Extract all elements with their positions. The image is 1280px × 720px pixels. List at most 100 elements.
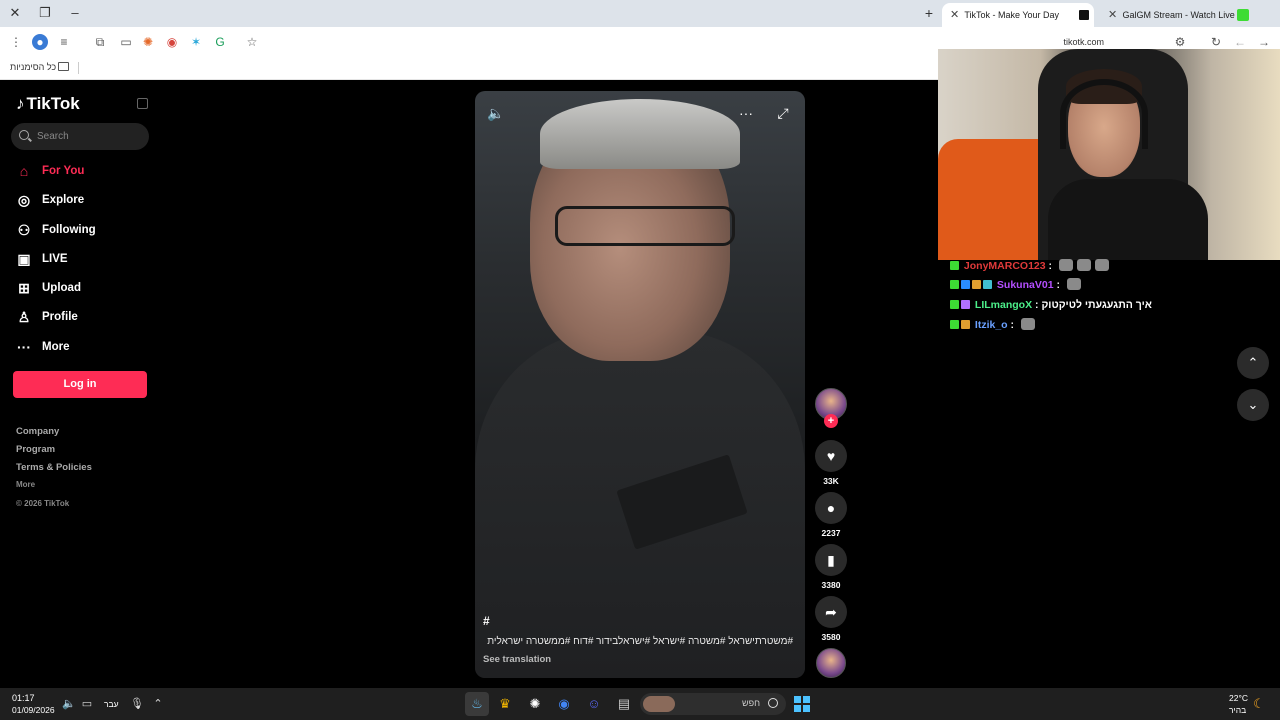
webcam-body <box>1048 179 1208 260</box>
search-box[interactable] <box>11 123 149 150</box>
see-translation-link[interactable]: See translation <box>483 654 551 665</box>
site-settings-icon[interactable]: ⚙ <box>1172 34 1188 50</box>
sword-badge-icon <box>961 300 970 309</box>
extension-blue-icon[interactable]: ✶ <box>188 34 204 50</box>
tiktok-favicon-icon <box>1078 9 1090 21</box>
extensions-icon[interactable]: ⧉ <box>92 34 108 50</box>
footer-company-link[interactable]: Company <box>16 426 59 437</box>
music-disc-avatar[interactable] <box>816 648 846 678</box>
taskbar-search[interactable]: חפש <box>640 693 786 715</box>
nav-profile[interactable]: ♙ Profile <box>16 306 146 328</box>
restore-window-icon[interactable]: ❐ <box>34 4 56 22</box>
emote-icon <box>1058 259 1073 271</box>
footer-program-link[interactable]: Program <box>16 444 55 455</box>
video-caption[interactable]: #משטרתישראל #משטרה #ישראל #ישראלבידור #ד… <box>487 636 793 647</box>
weather-temp[interactable]: 22°C <box>1229 693 1248 703</box>
bookmark-icon[interactable]: ▮ <box>815 544 847 576</box>
microphone-icon[interactable]: 🎙 <box>130 697 144 711</box>
discord-app-icon[interactable]: ☺ <box>582 692 606 716</box>
chrome-app-icon[interactable]: ◉ <box>552 692 576 716</box>
footer-more-link[interactable]: More <box>16 480 35 489</box>
show-hidden-icons[interactable]: ⌃ <box>151 697 165 711</box>
profile-avatar-icon[interactable]: ● <box>32 34 48 50</box>
chat-username: SukunaV01 <box>996 279 1054 291</box>
share-icon[interactable]: ➦ <box>815 596 847 628</box>
file-explorer-icon[interactable]: ▤ <box>612 692 636 716</box>
next-video-button[interactable]: ⌄ <box>1237 389 1269 421</box>
more-options-icon[interactable]: ··· <box>737 104 755 122</box>
tab-tiktok[interactable]: ✕ TikTok - Make Your Day <box>942 3 1094 27</box>
video-frame-hair <box>540 99 740 169</box>
save-count: 3380 <box>821 580 841 590</box>
follow-plus-icon[interactable]: + <box>824 414 838 428</box>
extension-orange-icon[interactable]: ✺ <box>140 34 156 50</box>
profile-icon: ♙ <box>17 309 31 325</box>
chatgpt-app-icon[interactable]: ✺ <box>523 692 547 716</box>
nav-following[interactable]: ⚇ Following <box>16 219 146 241</box>
kick-badge-icon <box>950 261 959 270</box>
nav-explore[interactable]: ◎ Explore <box>16 189 146 211</box>
network-icon[interactable]: ▭ <box>80 697 94 711</box>
tab-galgm-stream[interactable]: ✕ GalGM Stream - Watch Live on <box>1100 3 1252 27</box>
close-window-icon[interactable]: ✕ <box>4 4 26 22</box>
kick-favicon-icon <box>1237 9 1249 21</box>
more-icon: ··· <box>17 339 31 355</box>
tab-close-icon[interactable]: ✕ <box>950 3 962 27</box>
chat-text: איך התגעגעתי לטיקטוק <box>1041 299 1152 311</box>
bookmark-star-icon[interactable]: ☆ <box>244 34 260 50</box>
sub-badge-icon <box>961 280 970 289</box>
gift-badge-icon <box>983 280 992 289</box>
back-icon[interactable]: → <box>1256 34 1272 50</box>
weather-moon-icon[interactable]: ☾ <box>1252 697 1266 711</box>
menu-kebab-icon[interactable]: ⋮ <box>8 34 24 50</box>
app-icon-yellow[interactable]: ♛ <box>493 692 517 716</box>
home-icon: ⌂ <box>19 163 29 179</box>
steam-app-icon[interactable]: ♨ <box>465 692 489 716</box>
login-button[interactable]: Log in <box>13 371 147 398</box>
search-highlight-image <box>643 696 675 712</box>
folder-icon[interactable] <box>58 62 69 71</box>
chat-colon: : <box>1007 319 1015 331</box>
volume-icon[interactable]: 🔈 <box>487 104 505 122</box>
speaker-icon[interactable]: 🔈 <box>62 697 76 711</box>
clock-time[interactable]: 01:17 <box>12 693 35 703</box>
like-icon[interactable]: ♥ <box>815 440 847 472</box>
share-count: 3580 <box>821 632 841 642</box>
reload-icon[interactable]: ↻ <box>1208 34 1224 50</box>
reading-list-icon[interactable]: ≡ <box>56 34 72 50</box>
logo-text: TikTok <box>26 94 80 113</box>
nav-upload[interactable]: ⊞ Upload <box>16 277 146 299</box>
hashtag-symbol: # <box>483 614 490 628</box>
search-label: חפש <box>742 698 760 708</box>
video-player[interactable]: 🔈 ··· ⤢ # #משטרתישראל #משטרה #ישראל #ישר… <box>475 91 805 678</box>
previous-video-button[interactable]: ⌃ <box>1237 347 1269 379</box>
nav-live[interactable]: ▣ LIVE <box>16 248 146 270</box>
tab-close-icon[interactable]: ✕ <box>1108 3 1120 27</box>
windows-start-icon[interactable] <box>794 696 810 712</box>
clock-date[interactable]: 01/09/2026 <box>12 705 55 715</box>
nav-for-you[interactable]: ⌂ For You <box>16 160 146 182</box>
extension-cast-icon[interactable]: ▭ <box>118 34 134 50</box>
comment-icon[interactable]: ● <box>815 492 847 524</box>
nav-label: Following <box>42 224 96 236</box>
chat-username: Itzik_o <box>974 319 1008 331</box>
nav-more[interactable]: ··· More <box>16 336 146 358</box>
kick-badge-icon <box>950 300 959 309</box>
weather-desc[interactable]: בהיר <box>1229 705 1246 715</box>
nav-label: Explore <box>42 194 85 206</box>
forward-icon[interactable]: ← <box>1232 34 1248 50</box>
language-indicator[interactable]: עבר <box>104 699 119 709</box>
new-tab-button[interactable]: + <box>920 4 938 22</box>
all-bookmarks-label[interactable]: כל הסימניות <box>10 62 56 72</box>
webcam-orange-object <box>938 139 1048 260</box>
collapse-sidebar-icon[interactable] <box>137 98 148 109</box>
extension-red-icon[interactable]: ◉ <box>164 34 180 50</box>
search-input[interactable] <box>37 127 142 146</box>
minimize-window-icon[interactable]: – <box>64 4 86 22</box>
tiktok-logo[interactable]: ♪ TikTok <box>16 94 80 116</box>
emote-icon <box>1094 259 1109 271</box>
fullscreen-icon[interactable]: ⤢ <box>774 104 792 122</box>
extension-grammarly-icon[interactable]: G <box>212 34 228 50</box>
chat-colon: : <box>1053 279 1060 291</box>
footer-terms-link[interactable]: Terms & Policies <box>16 462 92 473</box>
